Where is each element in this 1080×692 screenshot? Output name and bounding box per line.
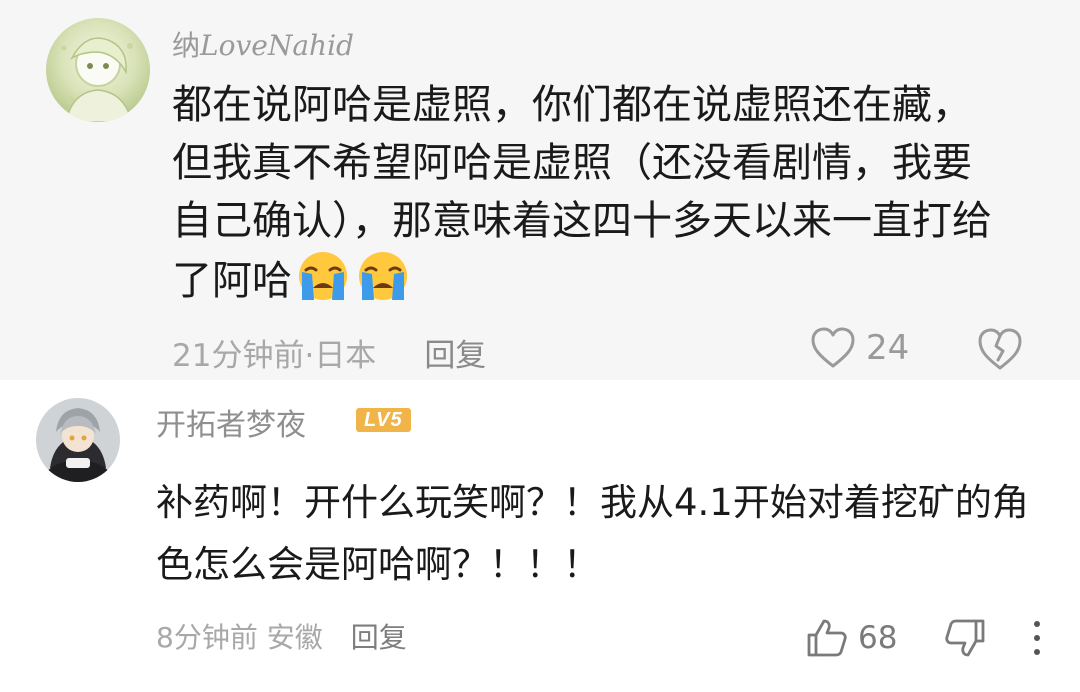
username-prefix: 纳 — [172, 29, 201, 62]
like-count: 24 — [866, 328, 910, 368]
broken-heart-icon — [978, 328, 1022, 370]
comment-content: 都在说阿哈是虚照，你们都在说虚照还在藏，但我真不希望阿哈是虚照（还没看剧情，我要… — [172, 76, 992, 310]
comment-item: 纳LoveNahid 都在说阿哈是虚照，你们都在说虚照还在藏，但我真不希望阿哈是… — [0, 0, 1080, 380]
reply-button[interactable]: 回复 — [351, 616, 407, 656]
dislike-button[interactable] — [976, 326, 1024, 372]
thumbs-down-icon — [945, 619, 985, 657]
comment-location: 日本 — [314, 338, 377, 374]
avatar[interactable] — [46, 18, 150, 122]
comment-meta: 8分钟前 安徽 回复 — [156, 616, 407, 656]
loudly-crying-face-icon — [354, 250, 412, 302]
heart-icon — [811, 327, 855, 368]
username[interactable]: 纳LoveNahid — [172, 24, 354, 64]
like-count: 68 — [858, 620, 898, 656]
comment-time: 21分钟前 — [172, 338, 305, 374]
like-button[interactable]: 24 — [810, 326, 909, 370]
meta-separator: · — [304, 338, 315, 374]
reply-button[interactable]: 回复 — [424, 330, 486, 375]
dislike-button[interactable] — [944, 618, 986, 658]
comment-content: 补药啊！开什么玩笑啊？！我从4.1开始对着挖矿的角色怎么会是阿哈啊？！！！ — [156, 481, 1029, 586]
comment-time: 8分钟前 — [156, 621, 258, 654]
username[interactable]: 开拓者梦夜 — [156, 400, 306, 444]
avatar[interactable] — [36, 398, 120, 482]
loudly-crying-face-icon — [294, 250, 352, 302]
thumbs-up-icon — [807, 619, 847, 657]
level-badge: LV5 — [356, 408, 411, 432]
more-vertical-icon — [1034, 621, 1040, 655]
username-script: LoveNahid — [200, 29, 354, 62]
comment-location: 安徽 — [266, 621, 323, 654]
like-button[interactable]: 68 — [806, 618, 897, 658]
comment-meta: 21分钟前 · 日本 回复 — [172, 330, 486, 375]
comment-item: 开拓者梦夜 LV5 补药啊！开什么玩笑啊？！我从4.1开始对着挖矿的角色怎么会是… — [0, 380, 1080, 692]
more-options-button[interactable] — [1030, 618, 1044, 658]
comment-list: 纳LoveNahid 都在说阿哈是虚照，你们都在说虚照还在藏，但我真不希望阿哈是… — [0, 0, 1080, 692]
